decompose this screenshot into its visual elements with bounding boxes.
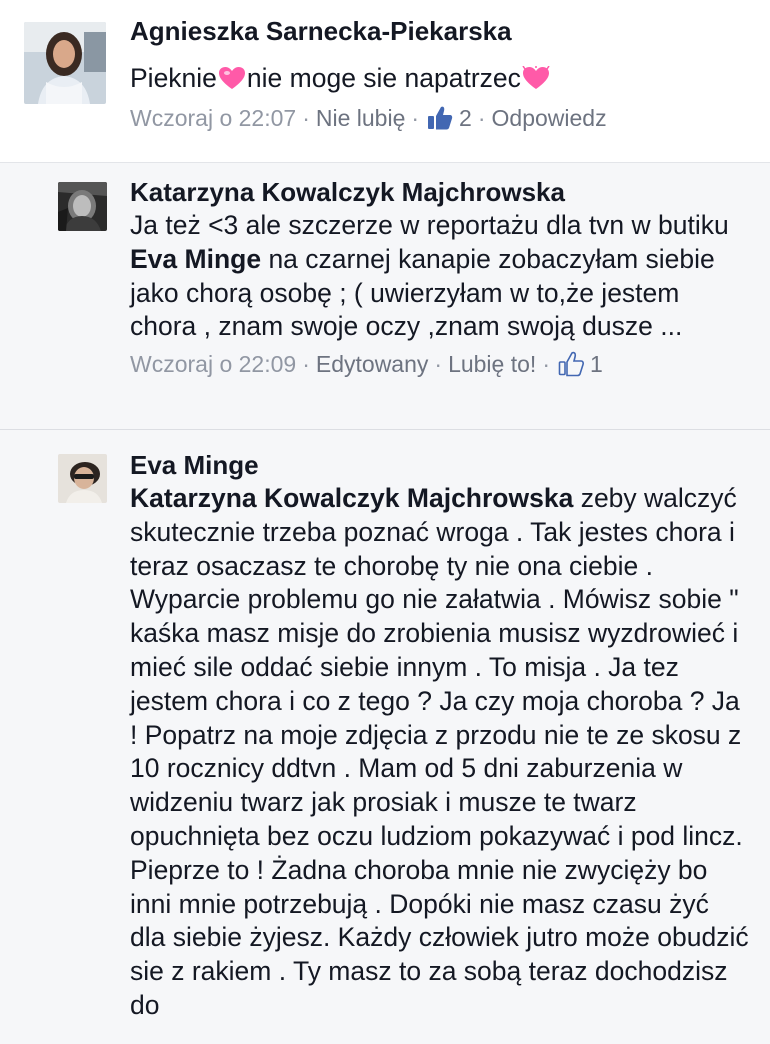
thumbs-up-icon[interactable]: [558, 351, 584, 377]
avatar[interactable]: [58, 454, 107, 503]
comment-author[interactable]: Agnieszka Sarnecka-Piekarska: [130, 14, 750, 48]
separator: ·: [477, 104, 486, 131]
separator: ·: [302, 351, 310, 378]
sparkling-heart-icon: [522, 66, 550, 89]
comment-author[interactable]: Eva Minge: [130, 448, 750, 482]
pink-heart-icon: [218, 67, 245, 89]
comment-text-part: nie moge sie napatrzec: [246, 63, 521, 93]
profile-photo-icon: [58, 182, 107, 231]
comment-timestamp[interactable]: Wczoraj o 22:07: [130, 102, 296, 134]
avatar[interactable]: [24, 22, 106, 104]
comment-text-part: zeby walczyć skutecznie trzeba poznać wr…: [130, 483, 749, 1020]
like-link[interactable]: Lubię to!: [448, 348, 536, 380]
comment-2: Katarzyna Kowalczyk Majchrowska Ja też <…: [0, 162, 770, 430]
separator: ·: [411, 104, 420, 131]
mention-link[interactable]: Eva Minge: [130, 244, 261, 274]
comment-text: Ja też <3 ale szczerze w reportażu dla t…: [130, 209, 750, 344]
like-count[interactable]: 1: [590, 348, 603, 380]
reply-link[interactable]: Odpowiedz: [492, 102, 607, 134]
comment-3: Eva Minge Katarzyna Kowalczyk Majchrowsk…: [0, 430, 770, 1044]
comment-timestamp[interactable]: Wczoraj o 22:09: [130, 348, 296, 380]
profile-photo-icon: [58, 454, 107, 503]
comment-text-part: Ja też <3 ale szczerze w reportażu dla t…: [130, 210, 729, 240]
edited-label[interactable]: Edytowany: [316, 348, 429, 380]
mention-link[interactable]: Katarzyna Kowalczyk Majchrowska: [130, 483, 573, 513]
comment-meta: Wczoraj o 22:09 · Edytowany · Lubię to! …: [130, 348, 750, 380]
separator: ·: [542, 351, 550, 378]
comment-text: Pieknie nie moge sie napatrzec: [130, 62, 750, 96]
comment-author[interactable]: Katarzyna Kowalczyk Majchrowska: [130, 175, 750, 209]
avatar[interactable]: [58, 182, 107, 231]
like-count[interactable]: 2: [459, 102, 472, 134]
profile-photo-icon: [24, 22, 106, 104]
thumbs-up-icon[interactable]: [427, 105, 453, 131]
comment-meta: Wczoraj o 22:07 · Nie lubię · 2 · Odpowi…: [130, 102, 750, 134]
unlike-link[interactable]: Nie lubię: [316, 102, 406, 134]
comment-1: Agnieszka Sarnecka-Piekarska Pieknie nie …: [0, 0, 770, 162]
separator: ·: [302, 104, 310, 131]
separator: ·: [434, 351, 443, 378]
comment-text: Katarzyna Kowalczyk Majchrowska zeby wal…: [130, 482, 750, 1023]
comment-text-part: Pieknie: [130, 63, 217, 93]
